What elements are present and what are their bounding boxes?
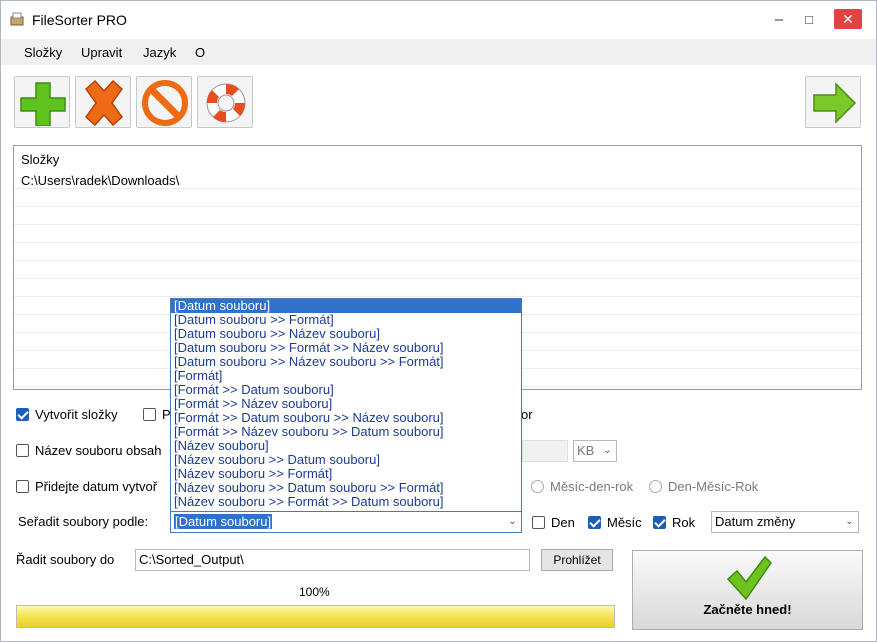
mesic-checkbox[interactable] [588,516,601,529]
folder-path: C:\Users\radek\Downloads\ [21,173,180,188]
checkmark-icon [726,555,772,601]
sort-by-select[interactable]: [Datum souboru] ⌄ [170,511,522,533]
option-or-label: or [521,407,533,422]
dropdown-option[interactable]: [Název souboru >> Datum souboru >> Formá… [171,481,521,495]
rok-label: Rok [672,515,696,530]
date-format-mdy-label: Měsíc-den-rok [550,479,634,494]
sort-by-label: Seřadit soubory podle: [18,514,149,529]
dropdown-option[interactable]: [Formát >> Datum souboru] [171,383,521,397]
cancel-button[interactable] [136,76,192,128]
remove-icon [84,80,124,126]
progress-bar [16,605,615,628]
add-date-label: Přidejte datum vytvoř [35,479,158,494]
menu-slozky[interactable]: Složky [24,45,62,60]
dropdown-option[interactable]: [Formát] [171,369,521,383]
progress-label: 100% [299,585,330,599]
create-folders-label: Vytvořit složky [35,407,118,422]
window-title: FileSorter PRO [32,12,127,28]
mesic-label: Měsíc [607,515,642,530]
filename-contains-label: Název souboru obsah [35,443,162,458]
dropdown-option[interactable]: [Název souboru >> Datum souboru] [171,453,521,467]
list-row-empty [14,261,861,279]
dropdown-option[interactable]: [Datum souboru >> Název souboru] [171,327,521,341]
date-format-dmy-label: Den-Měsíc-Rok [668,479,759,494]
list-row-empty [14,225,861,243]
folder-list-header: Složky [21,152,60,167]
list-row-empty [14,243,861,261]
start-button[interactable]: Začněte hned! [632,550,863,630]
close-button[interactable]: ✕ [834,9,862,29]
chevron-down-icon: ⌄ [508,516,517,527]
list-row-empty [14,279,861,297]
dropdown-option[interactable]: [Formát >> Název souboru >> Datum soubor… [171,425,521,439]
list-row-empty [14,207,861,225]
add-date-checkbox[interactable] [16,480,29,493]
dropdown-option[interactable]: [Název souboru] [171,439,521,453]
sort-by-dropdown-list[interactable]: [Datum souboru] [Datum souboru >> Formát]… [170,298,522,512]
output-label: Řadit soubory do [16,552,115,567]
dropdown-option[interactable]: [Datum souboru >> Formát >> Název soubor… [171,341,521,355]
dropdown-option[interactable]: [Název souboru >> Formát >> Datum soubor… [171,495,521,509]
dropdown-option[interactable]: [Datum souboru >> Název souboru >> Formá… [171,355,521,369]
menu-o[interactable]: O [195,45,205,60]
app-window: FileSorter PRO – □ ✕ Složky Upravit Jazy… [0,0,877,642]
menu-jazyk[interactable]: Jazyk [143,45,176,60]
size-field[interactable] [522,440,568,462]
list-item[interactable]: C:\Users\radek\Downloads\ [14,171,861,189]
filename-contains-checkbox[interactable] [16,444,29,457]
dropdown-option[interactable]: [Datum souboru >> Formát] [171,313,521,327]
next-arrow-icon [813,82,857,124]
remove-button[interactable] [75,76,131,128]
browse-button[interactable]: Prohlížet [541,549,613,571]
help-lifebuoy-icon [206,83,246,123]
chevron-down-icon: ⌄ [603,445,612,456]
maximize-button[interactable]: □ [799,10,819,30]
dropdown-option[interactable]: [Formát >> Název souboru] [171,397,521,411]
date-format-dmy-radio[interactable] [649,480,662,493]
start-button-label: Začněte hned! [703,602,792,617]
next-button[interactable] [805,76,861,128]
date-type-value: Datum změny [715,514,796,529]
title-bar: FileSorter PRO – □ ✕ [1,1,876,39]
minimize-button[interactable]: – [769,10,789,30]
output-path-field[interactable]: C:\Sorted_Output\ [135,549,530,571]
help-button[interactable] [197,76,253,128]
size-unit-select[interactable]: KB ⌄ [573,440,617,462]
chevron-down-icon: ⌄ [845,516,854,527]
menu-bar: Složky Upravit Jazyk O [1,39,876,65]
add-folder-icon [20,82,66,126]
den-checkbox[interactable] [532,516,545,529]
list-row-empty [14,189,861,207]
block-icon [142,80,188,126]
dropdown-option[interactable]: [Formát >> Datum souboru >> Název soubor… [171,411,521,425]
add-folder-button[interactable] [14,76,70,128]
dropdown-option[interactable]: [Datum souboru] [171,299,521,313]
output-path-value: C:\Sorted_Output\ [139,552,244,567]
rok-checkbox[interactable] [653,516,666,529]
app-icon [10,12,24,26]
option-p-checkbox[interactable] [143,408,156,421]
size-unit-value: KB [577,443,595,458]
create-folders-checkbox[interactable] [16,408,29,421]
dropdown-option[interactable]: [Název souboru >> Formát] [171,467,521,481]
menu-upravit[interactable]: Upravit [81,45,122,60]
den-label: Den [551,515,575,530]
date-type-select[interactable]: Datum změny ⌄ [711,511,859,533]
sort-by-value: [Datum souboru] [174,514,273,529]
date-format-mdy-radio[interactable] [531,480,544,493]
